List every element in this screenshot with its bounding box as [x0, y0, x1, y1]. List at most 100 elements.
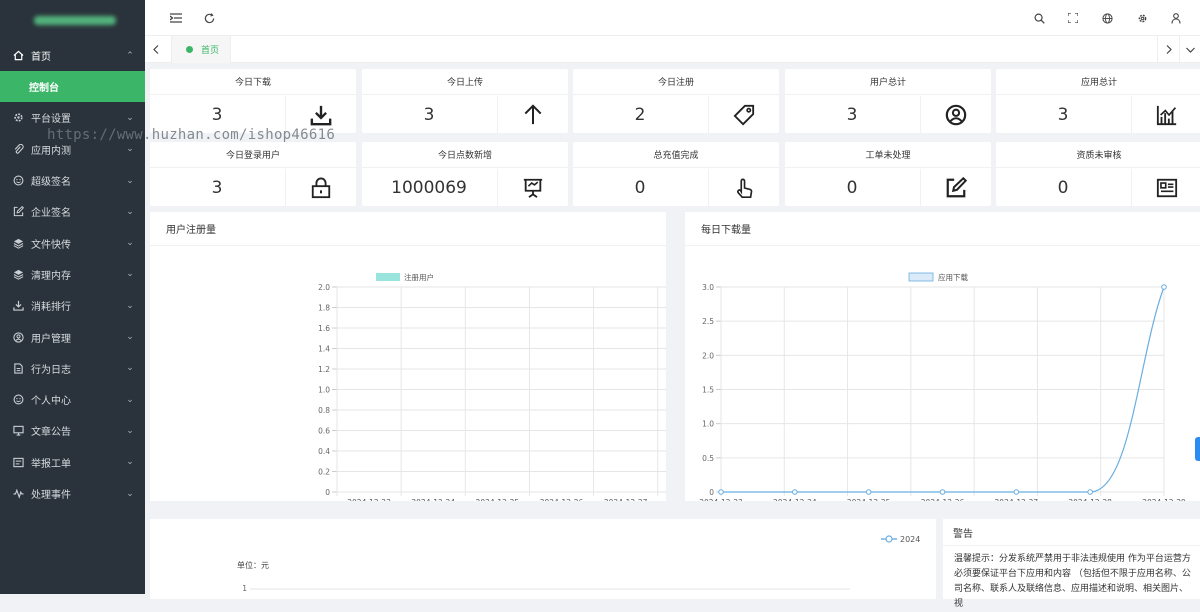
paperclip-icon: [12, 143, 24, 155]
touch-icon: [708, 169, 779, 206]
sidebar-item-4[interactable]: 企业签名 ⌄: [0, 196, 145, 227]
stat-card-value: 3: [423, 104, 435, 125]
download-icon: [12, 300, 24, 312]
fullscreen-icon[interactable]: [1066, 11, 1080, 25]
legend-marker: [885, 535, 893, 543]
download-icon: [285, 96, 356, 133]
sidebar-item-9[interactable]: 行为日志 ⌄: [0, 353, 145, 384]
data-point: [792, 489, 798, 495]
sidebar-item-13[interactable]: 处理事件 ⌄: [0, 478, 145, 509]
legend-swatch: [908, 272, 934, 282]
side-drawer-handle[interactable]: [1195, 437, 1200, 461]
settings-icon[interactable]: [1135, 11, 1149, 25]
sidebar-item-label: 清理内存: [31, 270, 71, 282]
tab-active-dot: [186, 46, 193, 53]
smile-icon: [12, 175, 24, 187]
tab-home[interactable]: 首页: [171, 36, 231, 63]
x-tick-label: 2024-12-26: [540, 498, 584, 501]
sidebar-item-2[interactable]: 应用内测 ⌄: [0, 134, 145, 165]
stat-card: 工单未处理 0: [785, 142, 991, 206]
stat-card: 应用总计 3: [996, 69, 1200, 133]
tab-bar: 首页: [145, 36, 1200, 63]
stat-card: 资质未审核 0: [996, 142, 1200, 206]
tab-scroll-left-icon[interactable]: [145, 36, 167, 63]
sidebar-item-label: 企业签名: [31, 208, 71, 220]
sidebar-menu: 首页 ⌃ 控制台 平台设置 ⌄ 应用内测 ⌄ 超级签名 ⌄ 企业签名 ⌄ 文件快传 ⌄ 清理内存 ⌄ 消耗排行…: [0, 40, 145, 509]
register-chart-title: 用户注册量: [150, 212, 666, 246]
y-tick-label: 0.8: [318, 406, 330, 415]
download-chart-panel: 每日下载量 0 0.5 1.0 1.5 2.0 2.5 3.0 2024-12-23 2024-…: [685, 212, 1200, 501]
sidebar: 首页 ⌃ 控制台 平台设置 ⌄ 应用内测 ⌄ 超级签名 ⌄ 企业签名 ⌄ 文件快传 ⌄ 清理内存 ⌄ 消耗排行…: [0, 0, 145, 594]
sidebar-subitem-dashboard[interactable]: 控制台: [0, 71, 145, 103]
sidebar-item-1[interactable]: 平台设置 ⌄: [0, 102, 145, 133]
presentation-icon: [497, 169, 568, 206]
data-point: [1013, 489, 1020, 495]
tag-icon: [708, 96, 779, 133]
stat-card-value: 0: [1057, 177, 1069, 198]
y-tick-label: 2.0: [318, 283, 330, 292]
sidebar-item-5[interactable]: 文件快传 ⌄: [0, 227, 145, 258]
search-icon[interactable]: [1032, 11, 1046, 25]
sidebar-item-7[interactable]: 消耗排行 ⌄: [0, 290, 145, 321]
tab-scroll-right-icon[interactable]: [1157, 36, 1179, 63]
gear-icon: [12, 112, 24, 124]
download-chart-title: 每日下载量: [685, 212, 1200, 246]
sidebar-item-12[interactable]: 举报工单 ⌄: [0, 447, 145, 478]
x-tick-label: 2024-12-24: [773, 498, 817, 501]
warning-panel: 警告 温馨提示：分发系统严禁用于非法违规使用 作为平台运营方必须要保证平台下应用…: [943, 519, 1200, 609]
chevron-down-icon: ⌄: [126, 269, 134, 280]
register-bar-chart: 0 0.2 0.4 0.6 0.8 1.0 1.2 1.4 1.6 1.8 2.0 2024-12-2…: [318, 272, 666, 501]
home-icon: [12, 50, 24, 62]
stat-card: 今日点数新增 1000069: [362, 142, 568, 206]
sidebar-item-0[interactable]: 首页 ⌃: [0, 40, 145, 71]
sidebar-item-3[interactable]: 超级签名 ⌄: [0, 165, 145, 196]
sidebar-item-label: 处理事件: [31, 490, 71, 501]
stat-card-value: 3: [1057, 104, 1069, 125]
sidebar-item-10[interactable]: 个人中心 ⌄: [0, 384, 145, 415]
y-tick-label: 1: [242, 584, 247, 593]
refresh-icon[interactable]: [202, 11, 216, 25]
globe-icon[interactable]: [1100, 11, 1114, 25]
data-point: [939, 489, 946, 495]
stat-card-label: 应用总计: [996, 69, 1200, 95]
stat-card-value: 2: [634, 104, 646, 125]
stat-card-label: 资质未审核: [996, 142, 1200, 168]
sidebar-item-label: 文件快传: [31, 239, 71, 251]
sidebar-item-label: 首页: [31, 52, 51, 64]
cards-icon: [12, 456, 24, 468]
legend-swatch: [376, 273, 400, 281]
user-icon[interactable]: [1169, 11, 1183, 25]
y-tick-label: 0: [325, 488, 330, 497]
x-tick-label: 2024-12-26: [921, 498, 965, 501]
sidebar-item-8[interactable]: 用户管理 ⌄: [0, 321, 145, 352]
x-tick-label: 2024-12-25: [476, 498, 520, 501]
chevron-down-icon: ⌄: [126, 457, 134, 468]
register-chart-panel: 用户注册量 0 0.2 0.4 0.6 0.8 1.0 1.2 1.4 1.6 1.8 2.0 202…: [150, 212, 666, 501]
stat-card-label: 工单未处理: [785, 142, 991, 168]
id-card-icon: [1131, 169, 1200, 206]
stat-card: 今日登录用户 3: [150, 142, 356, 206]
y-tick-label: 1.2: [318, 365, 330, 374]
y-tick-label: 2.5: [702, 317, 714, 326]
y-tick-label: 0: [709, 488, 714, 497]
stat-card-value: 3: [211, 177, 223, 198]
layers-icon: [12, 237, 24, 249]
tab-dropdown-icon[interactable]: [1179, 36, 1200, 63]
stat-card: 今日下载 3: [150, 69, 356, 133]
chevron-down-icon: ⌄: [126, 112, 134, 123]
chevron-down-icon: ⌄: [126, 175, 134, 186]
logo[interactable]: [0, 0, 145, 40]
chevron-down-icon: ⌄: [126, 238, 134, 249]
monitor-icon: [12, 425, 24, 437]
sidebar-item-11[interactable]: 文章公告 ⌄: [0, 415, 145, 446]
chevron-down-icon: ⌄: [126, 488, 134, 499]
edit-icon: [12, 206, 24, 218]
sidebar-item-6[interactable]: 清理内存 ⌄: [0, 259, 145, 290]
stat-card-value: 3: [211, 104, 223, 125]
menu-toggle-icon[interactable]: [169, 11, 183, 25]
y-tick-label: 2.0: [702, 351, 714, 360]
stat-card-label: 今日上传: [362, 69, 568, 95]
sidebar-item-label: 消耗排行: [31, 302, 71, 314]
y-tick-label: 1.6: [318, 324, 330, 333]
sidebar-item-label: 用户管理: [31, 333, 71, 345]
